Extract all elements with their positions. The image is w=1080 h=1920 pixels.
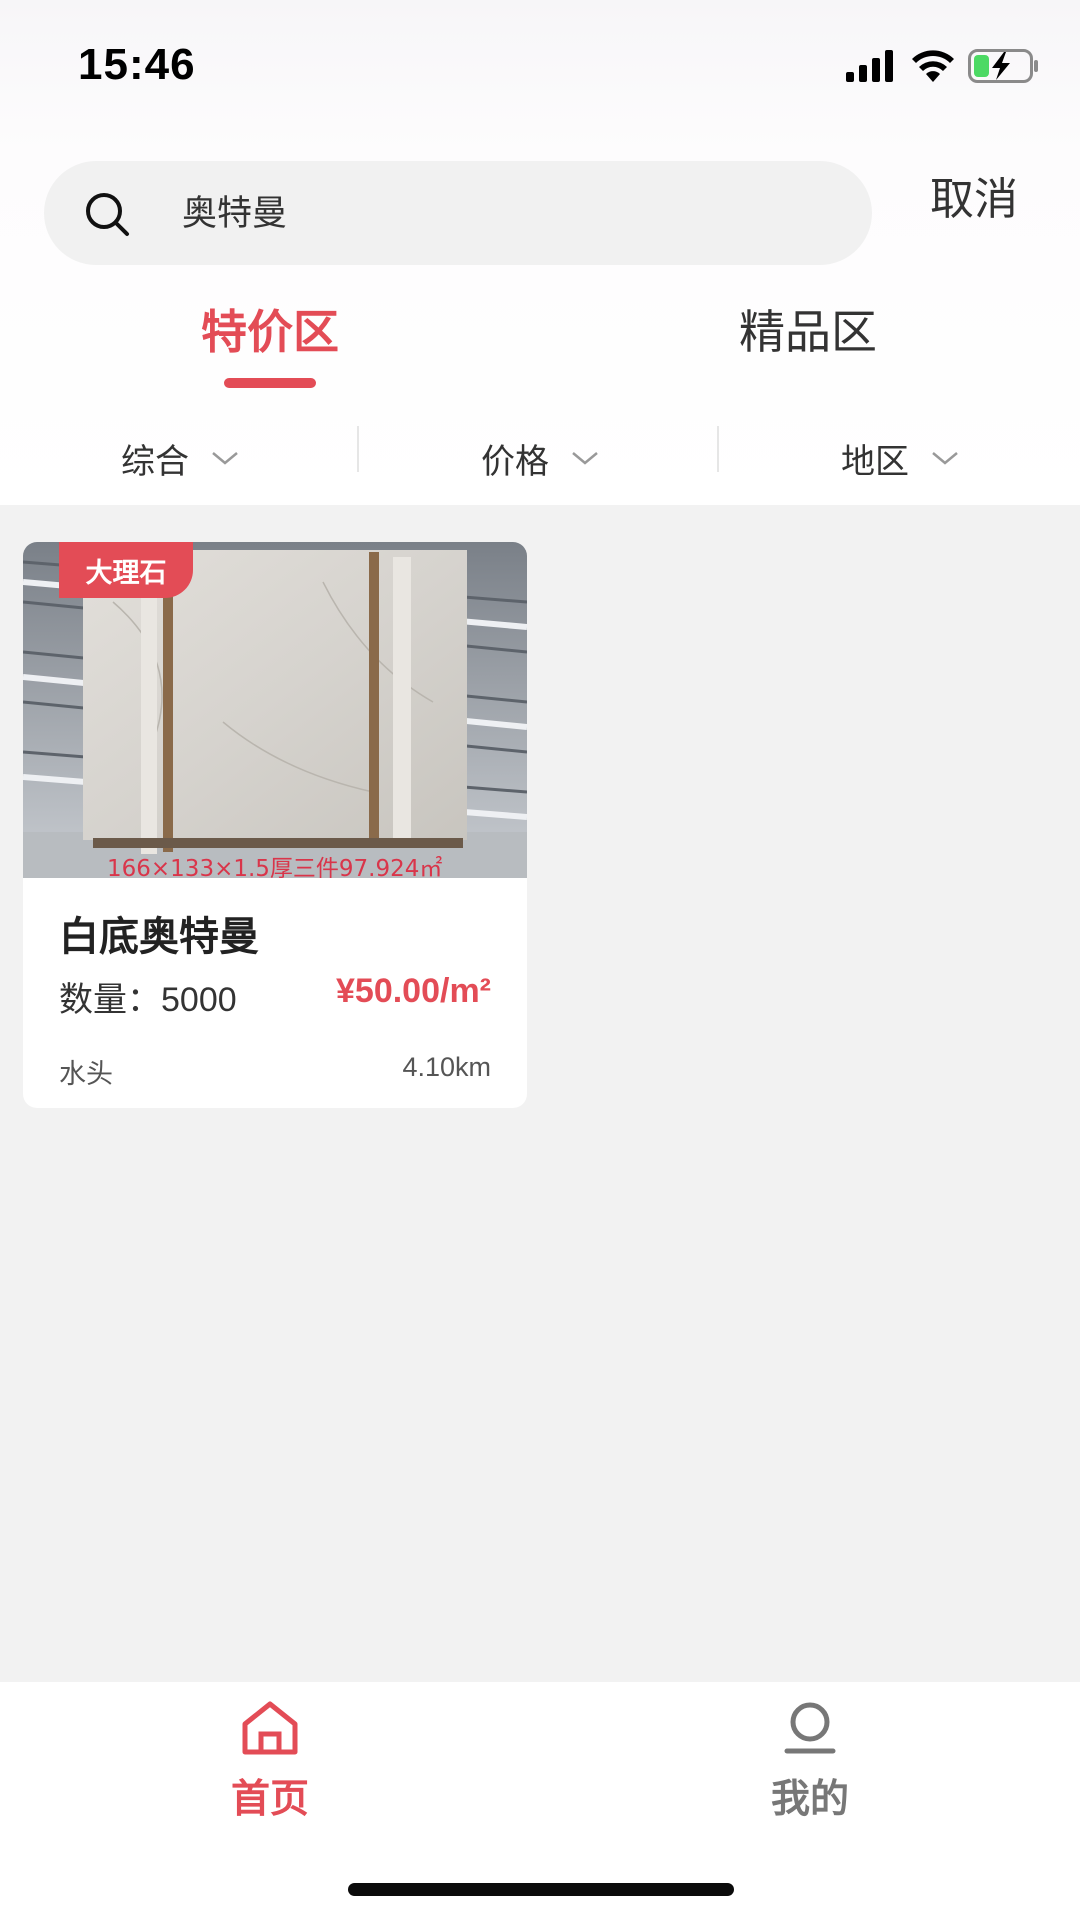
product-image-caption: 166×133×1.5厚三件97.924㎡	[107, 856, 442, 878]
home-icon	[242, 1701, 298, 1755]
status-bar: 15:46	[0, 0, 1080, 130]
filter-price[interactable]: 价格	[360, 423, 720, 493]
product-price: ¥50.00/m²	[336, 972, 491, 1010]
nav-home-label: 首页	[230, 1777, 309, 1822]
status-time: 15:46	[78, 40, 196, 89]
filter-price-label: 价格	[481, 441, 549, 482]
product-location: 水头	[59, 1059, 113, 1090]
search-icon	[86, 193, 129, 236]
category-badge: 大理石	[59, 542, 193, 598]
home-indicator	[348, 1883, 734, 1896]
quantity-row: 数量：5000	[59, 972, 237, 1021]
quantity-value: 5000	[161, 981, 237, 1019]
cancel-button[interactable]: 取消	[930, 170, 1018, 230]
product-distance: 4.10km	[402, 1052, 491, 1082]
battery-charging-icon	[968, 49, 1038, 83]
product-name: 白底奥特曼	[59, 914, 259, 960]
filter-divider	[717, 426, 719, 472]
product-card[interactable]: 166×133×1.5厚三件97.924㎡ 大理石 白底奥特曼 数量：5000 …	[23, 542, 527, 1108]
chevron-down-icon	[572, 452, 598, 465]
chevron-down-icon	[212, 452, 238, 465]
active-tab-indicator	[224, 378, 316, 388]
wifi-icon	[912, 50, 954, 82]
filter-region[interactable]: 地区	[720, 423, 1080, 493]
filter-region-label: 地区	[841, 441, 909, 482]
nav-home[interactable]: 首页	[170, 1700, 370, 1824]
nav-mine[interactable]: 我的	[710, 1700, 910, 1824]
quantity-label: 数量：	[59, 980, 161, 1020]
filter-sort[interactable]: 综合	[0, 423, 360, 493]
signal-icon	[846, 50, 893, 82]
chevron-down-icon	[932, 452, 958, 465]
tab-special-offers[interactable]: 特价区	[140, 300, 400, 364]
filter-sort-label: 综合	[121, 441, 189, 482]
nav-mine-label: 我的	[770, 1777, 849, 1822]
filter-divider	[357, 426, 359, 472]
user-icon	[784, 1702, 836, 1754]
tab-premium[interactable]: 精品区	[678, 300, 938, 364]
search-input[interactable]: 奥特曼	[182, 191, 287, 237]
search-bar[interactable]: 奥特曼	[44, 161, 872, 265]
